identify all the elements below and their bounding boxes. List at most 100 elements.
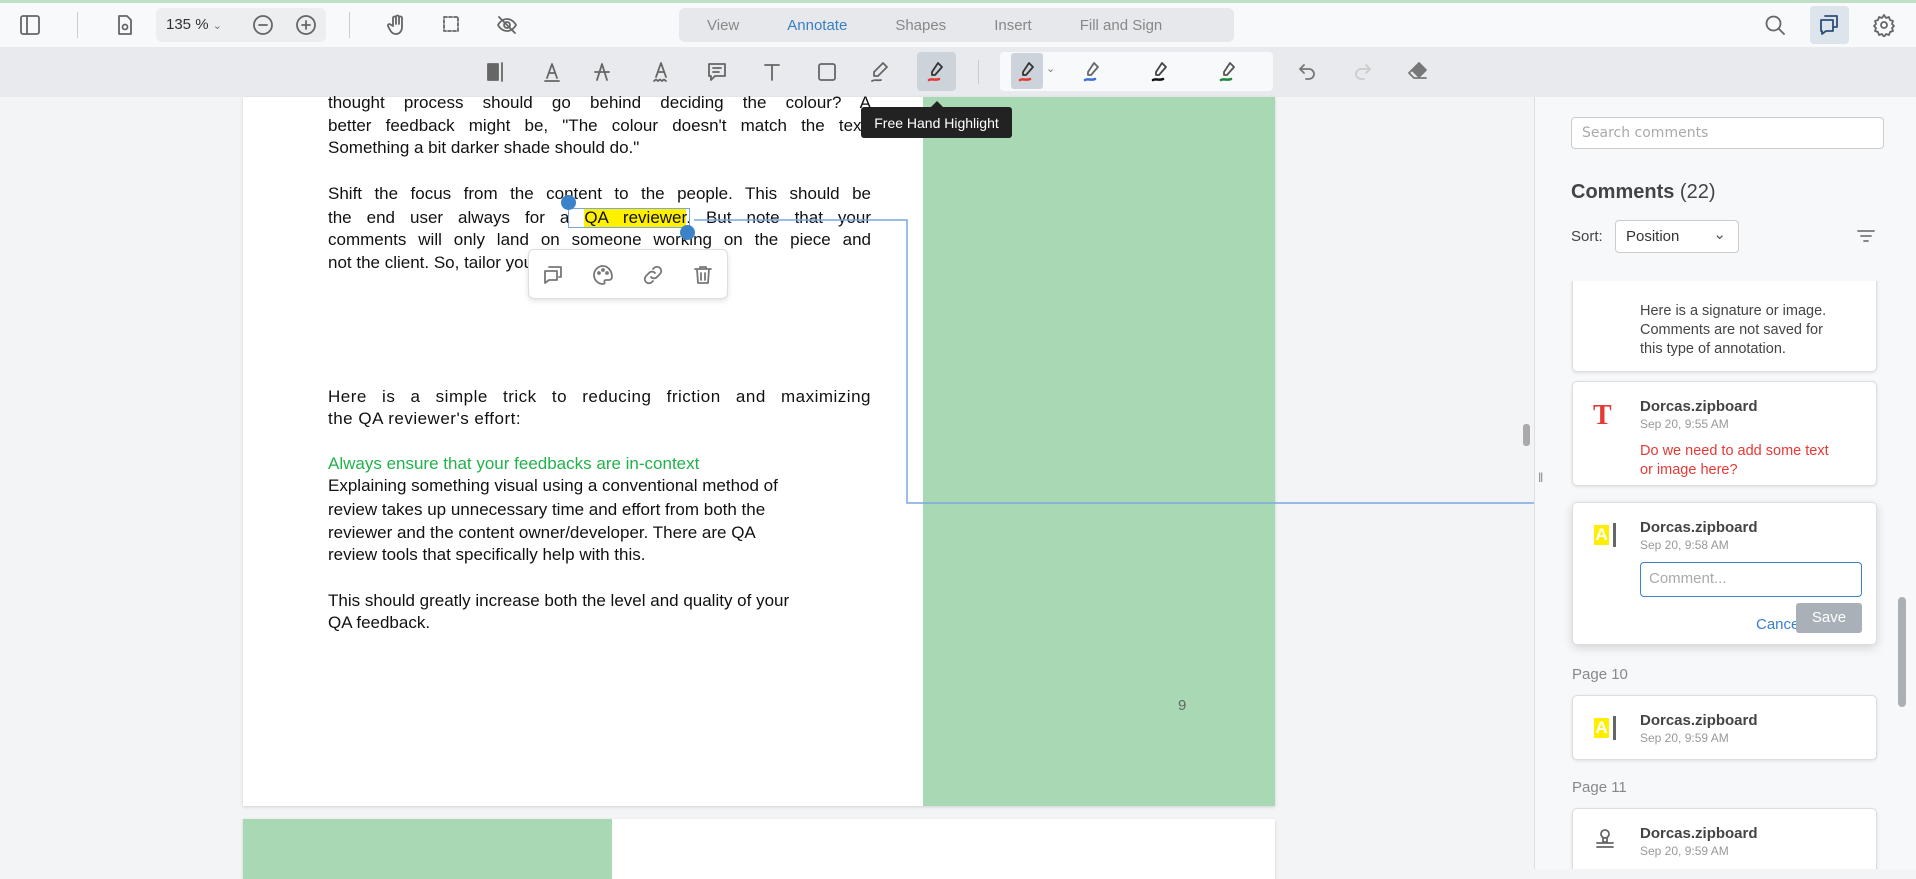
comments-count: (22) <box>1679 181 1716 203</box>
comment-card[interactable]: A Dorcas.zipboard Sep 20, 9:59 AM <box>1572 695 1877 760</box>
page-green-block <box>923 97 1275 806</box>
search-comments-input[interactable]: Search comments <box>1571 117 1884 149</box>
tab-insert[interactable]: Insert <box>970 17 1056 34</box>
highlight-annotation-icon: A <box>1594 716 1616 740</box>
doc-text-line: review tools that specifically help with… <box>328 545 646 564</box>
highlighter-green-icon[interactable] <box>1210 54 1246 90</box>
comment-author: Dorcas.zipboard <box>1640 712 1758 729</box>
comments-icon[interactable] <box>1811 7 1847 43</box>
squiggly-icon[interactable] <box>643 54 679 90</box>
annotation-selection-box[interactable] <box>568 208 690 228</box>
search-icon[interactable] <box>1757 7 1793 43</box>
comment-author: Dorcas.zipboard <box>1640 398 1758 415</box>
tab-view[interactable]: View <box>679 17 763 34</box>
comments-title-text: Comments <box>1571 181 1675 203</box>
doc-text-line: This should greatly increase both the le… <box>328 591 790 610</box>
comment-author: Dorcas.zipboard <box>1640 825 1758 842</box>
doc-text: the end user always for a <box>328 208 585 227</box>
sort-label: Sort: <box>1571 228 1603 245</box>
comment-text: Do we need to add some text or image here… <box>1640 443 1829 478</box>
comment-card-active[interactable]: A Dorcas.zipboard Sep 20, 9:58 AM Commen… <box>1572 502 1877 645</box>
palette-icon[interactable] <box>585 257 621 293</box>
doc-text-line: thought process should go behind decidin… <box>328 93 871 112</box>
doc-text: . But note that your <box>686 208 871 227</box>
save-button[interactable]: Save <box>1796 603 1862 633</box>
pan-hand-icon[interactable] <box>379 7 415 43</box>
highlighter-blue-icon[interactable] <box>1074 54 1110 90</box>
doc-text-line: Something a bit darker shade should do." <box>328 138 640 157</box>
doc-heading: Always ensure that your feedbacks are in… <box>328 454 700 473</box>
tab-fill-and-sign[interactable]: Fill and Sign <box>1056 17 1187 34</box>
selection-start-handle[interactable] <box>561 195 576 210</box>
comment-date: Sep 20, 9:59 AM <box>1640 844 1729 858</box>
trash-icon[interactable] <box>685 257 721 293</box>
sort-value: Position <box>1626 228 1680 245</box>
annotation-popup <box>528 249 728 299</box>
stamp-icon <box>1587 821 1623 857</box>
selection-end-handle[interactable] <box>680 225 695 240</box>
page-number: 9 <box>1178 697 1187 714</box>
doc-text-line: review takes up unnecessary time and eff… <box>328 500 766 519</box>
redo-icon <box>1345 54 1381 90</box>
marquee-select-icon[interactable] <box>434 7 470 43</box>
comment-card[interactable]: Dorcas.zipboard Sep 20, 9:59 AM <box>1572 808 1877 869</box>
zoom-level-dropdown[interactable]: 135 % ⌄ <box>166 16 222 33</box>
sort-select[interactable]: Position ⌄ <box>1615 220 1739 253</box>
free-hand-icon[interactable] <box>862 54 898 90</box>
comments-title: Comments (22) <box>1571 181 1716 204</box>
zoom-value: 135 % <box>166 16 209 33</box>
zoom-out-icon[interactable] <box>245 7 281 43</box>
comment-date: Sep 20, 9:59 AM <box>1640 731 1729 745</box>
zoom-in-icon[interactable] <box>288 7 324 43</box>
doc-text-line: Shift the focus from the content to the … <box>328 184 871 203</box>
doc-text-line: better feedback might be, "The colour do… <box>328 116 871 135</box>
sticky-note-icon[interactable] <box>699 54 735 90</box>
highlight-text-icon[interactable] <box>478 54 514 90</box>
document-scrollbar[interactable] <box>1523 424 1530 446</box>
chevron-down-icon[interactable]: ⌄ <box>1046 62 1055 75</box>
chevron-down-icon: ⌄ <box>212 20 222 32</box>
doc-text-line: Explaining something visual using a conv… <box>328 476 778 495</box>
free-text-icon[interactable] <box>754 54 790 90</box>
doc-text-line: reviewer and the content owner/developer… <box>328 523 756 542</box>
highlighter-red-icon[interactable] <box>1009 54 1045 90</box>
comment-text: Here is a signature or image. Comments ar… <box>1640 303 1827 357</box>
free-text-annotation-icon: T <box>1593 400 1612 431</box>
toolbar-tabs: View Annotate Shapes Insert Fill and Sig… <box>679 8 1234 42</box>
document-settings-icon[interactable] <box>107 7 143 43</box>
strikeout-icon[interactable] <box>584 54 620 90</box>
highlight-annotation-icon: A <box>1594 523 1616 547</box>
eraser-icon[interactable] <box>1400 54 1436 90</box>
highlighter-black-icon[interactable] <box>1142 54 1178 90</box>
comment-date: Sep 20, 9:55 AM <box>1640 417 1729 431</box>
gear-icon[interactable] <box>1866 7 1902 43</box>
doc-text-line: the QA reviewer's effort: <box>328 409 522 428</box>
page-group-label: Page 11 <box>1572 779 1627 796</box>
tab-shapes[interactable]: Shapes <box>871 17 970 34</box>
doc-text-line: Here is a simple trick to reducing frict… <box>328 387 871 406</box>
tab-annotate[interactable]: Annotate <box>763 17 871 34</box>
comment-date: Sep 20, 9:58 AM <box>1640 538 1729 552</box>
doc-text-line: comments will only land on someone worki… <box>328 230 871 249</box>
comment-input[interactable]: Comment... <box>1640 562 1862 597</box>
rectangle-icon[interactable] <box>809 54 845 90</box>
doc-text-line: QA feedback. <box>328 613 431 632</box>
undo-icon[interactable] <box>1289 54 1325 90</box>
hide-annotations-icon[interactable] <box>489 7 525 43</box>
annotation-toolbar <box>0 47 1916 97</box>
link-icon[interactable] <box>635 257 671 293</box>
underline-icon[interactable] <box>534 54 570 90</box>
free-hand-highlight-icon[interactable] <box>918 54 954 90</box>
comments-scrollbar[interactable] <box>1898 597 1906 707</box>
comments-list: Here is a signature or image. Comments ar… <box>1534 281 1916 869</box>
page-green-block <box>243 819 612 879</box>
chevron-down-icon: ⌄ <box>1713 226 1726 243</box>
comment-card[interactable]: Here is a signature or image. Comments ar… <box>1572 281 1877 372</box>
page-group-label: Page 10 <box>1572 666 1628 683</box>
sidebar-toggle-icon[interactable] <box>12 7 48 43</box>
tooltip: Free Hand Highlight <box>861 101 1012 138</box>
comment-card[interactable]: T Dorcas.zipboard Sep 20, 9:55 AM Do we … <box>1572 381 1877 486</box>
comment-icon[interactable] <box>535 257 571 293</box>
comment-author: Dorcas.zipboard <box>1640 519 1758 536</box>
filter-icon[interactable] <box>1848 218 1884 254</box>
